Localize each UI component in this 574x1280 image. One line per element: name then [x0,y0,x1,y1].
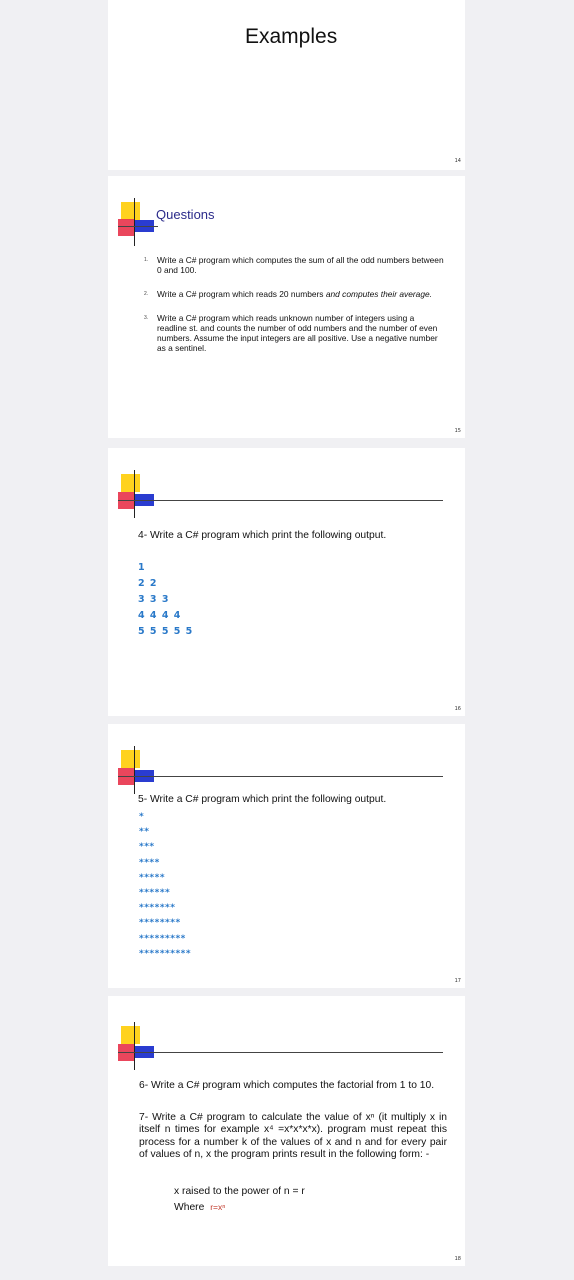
question-heading: 4- Write a C# program which print the fo… [138,530,387,541]
slide-logo [118,194,158,246]
output-line: 3 3 3 [138,594,170,605]
slide-17: 5- Write a C# program which print the fo… [108,724,465,988]
slide-15: Questions 1. Write a C# program which co… [108,176,465,438]
question-text-italic: and computes their average. [325,289,432,299]
output-line: **** [139,857,160,868]
output-line: ****** [139,888,171,899]
slide-16: 4- Write a C# program which print the fo… [108,448,465,716]
output-line: 2 2 [138,578,158,589]
list-number: 2. [144,291,149,297]
question-6: 6- Write a C# program which computes the… [139,1080,435,1091]
output-line: ***** [139,872,166,883]
page-number: 18 [454,1256,461,1262]
slide-14: Examples 14 [108,0,465,170]
where-label: Where [174,1202,205,1213]
page-number: 14 [454,158,461,164]
output-line: ********* [139,933,186,944]
slide-logo [118,1020,448,1072]
output-line: *** [139,842,155,853]
list-number: 3. [144,315,149,321]
output-format-line: x raised to the power of n = r [174,1186,305,1197]
list-number: 1. [144,257,149,263]
slide-18: 6- Write a C# program which computes the… [108,996,465,1266]
output-format-where: Where r=xⁿ [174,1202,225,1213]
page-number: 17 [454,978,461,984]
list-item: 1. Write a C# program which computes the… [144,255,444,275]
question-7: 7- Write a C# program to calculate the v… [139,1112,447,1160]
page-number: 15 [454,428,461,434]
output-block: * ** *** **** ***** ****** ******* *****… [139,810,191,962]
output-line: 4 4 4 4 [138,610,182,621]
list-item: 3. Write a C# program which reads unknow… [144,313,444,353]
slide-logo [118,468,448,520]
slide-logo [118,744,448,796]
formula: r=xⁿ [210,1202,226,1212]
slide-title: Questions [156,207,215,222]
output-line: ** [139,827,150,838]
output-block: 1 2 2 3 3 3 4 4 4 4 5 5 5 5 5 [138,560,193,640]
page-number: 16 [454,706,461,712]
output-line: ******* [139,903,176,914]
question-text: Write a C# program which computes the su… [157,255,444,275]
output-line: ******** [139,918,181,929]
output-line: ********** [139,948,192,959]
slide-title: Examples [245,25,338,48]
output-line: * [139,812,145,822]
question-list: 1. Write a C# program which computes the… [144,255,444,367]
question-text: Write a C# program which reads unknown n… [157,313,438,353]
output-line: 1 [138,562,146,573]
question-heading: 5- Write a C# program which print the fo… [138,794,387,805]
list-item: 2. Write a C# program which reads 20 num… [144,289,444,299]
output-line: 5 5 5 5 5 [138,626,194,637]
question-text: Write a C# program which reads 20 number… [157,289,324,299]
